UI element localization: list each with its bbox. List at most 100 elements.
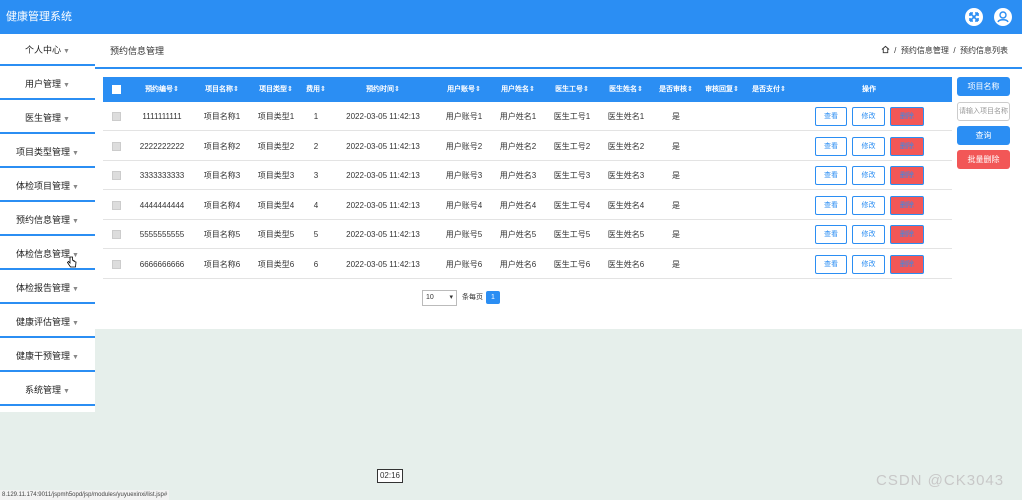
sidebar-item-label: 系统管理 (25, 385, 62, 395)
breadcrumb-separator: / (891, 46, 899, 55)
column-header[interactable]: 用户账号⇕ (447, 77, 481, 102)
user-icon[interactable] (994, 8, 1012, 26)
column-header[interactable]: 医生工号⇕ (555, 77, 589, 102)
row-checkbox[interactable] (112, 112, 121, 121)
view-button[interactable]: 查看 (815, 195, 847, 215)
view-button[interactable]: 查看 (815, 166, 847, 185)
table-row: 5555555555 项目名称5 项目类型5 5 2022-03-05 11:42:13… (103, 220, 952, 249)
column-header: 操作 (862, 86, 876, 93)
table-cell: 用户姓名6 (499, 259, 537, 269)
hand-cursor-icon (66, 256, 77, 270)
column-header[interactable]: 费用⇕ (306, 77, 326, 102)
column-header[interactable]: 预约编号⇕ (145, 77, 179, 102)
delete-button[interactable]: 删除 (890, 254, 924, 274)
edit-button[interactable]: 修改 (852, 107, 885, 126)
delete-button[interactable]: 删除 (890, 166, 924, 185)
project-name-input[interactable]: 请输入项目名称 (957, 102, 1010, 121)
fullscreen-icon[interactable] (965, 8, 983, 26)
edit-button[interactable]: 修改 (852, 166, 885, 185)
table-cell: 2022-03-05 11:42:13 (346, 259, 420, 269)
sidebar-item-label: 体检信息管理 (16, 249, 71, 259)
sidebar-item-exam-reports[interactable]: 体检报告管理 ▼ (0, 272, 95, 304)
chevron-down-icon: ▾ (449, 294, 453, 301)
column-header[interactable]: 用户姓名⇕ (501, 77, 535, 102)
sidebar-item-label: 项目类型管理 (16, 147, 71, 157)
page-title: 预约信息管理 (110, 46, 165, 56)
table-cell: 医生工号1 (553, 112, 591, 121)
column-header[interactable]: 项目名称⇕ (205, 77, 239, 102)
table-cell: 医生姓名3 (607, 171, 645, 180)
sidebar-item-doctors[interactable]: 医生管理 ▼ (0, 102, 95, 134)
sidebar-item-personal-center[interactable]: 个人中心 ▼ (0, 34, 95, 66)
delete-button[interactable]: 删除 (890, 107, 924, 126)
sidebar-background (0, 412, 95, 500)
table-cell: 用户账号6 (445, 259, 483, 269)
sidebar-item-label: 个人中心 (25, 45, 62, 55)
table-cell: 医生工号5 (553, 230, 591, 239)
home-icon[interactable] (881, 34, 890, 68)
column-header[interactable]: 医生姓名⇕ (609, 77, 643, 102)
sidebar-item-project-types[interactable]: 项目类型管理 ▼ (0, 136, 95, 168)
edit-button[interactable]: 修改 (852, 195, 885, 215)
chevron-down-icon: ▼ (72, 218, 79, 225)
table-row: 6666666666 项目名称6 项目类型6 6 2022-03-05 11:42:13… (103, 249, 952, 279)
table-cell: 医生姓名6 (607, 259, 645, 269)
breadcrumb-item[interactable]: 预约信息管理 (901, 34, 949, 68)
select-all-checkbox[interactable] (112, 85, 121, 94)
view-button[interactable]: 查看 (815, 254, 847, 274)
table-row: 3333333333 项目名称3 项目类型3 3 2022-03-05 11:42:13… (103, 161, 952, 190)
column-header[interactable]: 是否审核⇕ (659, 77, 693, 102)
row-checkbox[interactable] (112, 259, 121, 269)
table-cell: 5 (313, 230, 319, 239)
table-cell: 项目名称5 (203, 230, 241, 239)
table-cell: 6 (313, 259, 319, 269)
search-button[interactable]: 查询 (957, 126, 1010, 145)
page-number-current[interactable]: 1 (486, 291, 500, 304)
table-cell: 5555555555 (139, 230, 185, 239)
table-cell: 2022-03-05 11:42:13 (346, 200, 420, 210)
row-checkbox[interactable] (112, 200, 121, 210)
view-button[interactable]: 查看 (815, 107, 847, 126)
batch-delete-button[interactable]: 批量删除 (957, 150, 1010, 169)
row-checkbox[interactable] (112, 230, 121, 239)
sidebar-item-label: 体检报告管理 (16, 283, 71, 293)
sidebar-item-appointments[interactable]: 预约信息管理 ▼ (0, 204, 95, 236)
table-cell: 用户账号2 (445, 141, 483, 151)
column-header[interactable]: 项目类型⇕ (259, 77, 293, 102)
row-checkbox[interactable] (112, 141, 121, 151)
table-cell: 是 (672, 200, 680, 210)
sidebar-item-exam-info[interactable]: 体检信息管理 ▼ (0, 238, 95, 270)
sidebar-item-label: 体检项目管理 (16, 181, 71, 191)
table-cell: 项目名称2 (203, 141, 241, 151)
chevron-down-icon: ▼ (63, 388, 70, 395)
table-cell: 医生姓名1 (607, 112, 645, 121)
page-size-select[interactable]: 10 ▾ (422, 290, 457, 306)
row-checkbox[interactable] (112, 171, 121, 180)
delete-button[interactable]: 删除 (890, 195, 924, 215)
view-button[interactable]: 查看 (815, 225, 847, 244)
column-header[interactable]: 审核回复⇕ (705, 77, 739, 102)
column-header[interactable]: 预约时间⇕ (366, 77, 400, 102)
chevron-down-icon: ▼ (72, 286, 79, 293)
table-cell: 用户账号5 (445, 230, 483, 239)
chevron-down-icon: ▼ (63, 116, 70, 123)
edit-button[interactable]: 修改 (852, 254, 885, 274)
sidebar-item-exam-projects[interactable]: 体检项目管理 ▼ (0, 170, 95, 202)
table-cell: 6666666666 (139, 259, 185, 269)
table-cell: 2022-03-05 11:42:13 (346, 112, 420, 121)
column-header[interactable]: 是否支付⇕ (752, 77, 786, 102)
table-cell: 2022-03-05 11:42:13 (346, 171, 420, 180)
chevron-down-icon: ▼ (72, 320, 79, 327)
sidebar-item-system[interactable]: 系统管理 ▼ (0, 374, 95, 406)
breadcrumb-separator: / (951, 46, 958, 55)
sidebar-item-users[interactable]: 用户管理 ▼ (0, 68, 95, 100)
table-cell: 用户账号1 (445, 112, 483, 121)
edit-button[interactable]: 修改 (852, 225, 885, 244)
delete-button[interactable]: 删除 (890, 225, 924, 244)
edit-button[interactable]: 修改 (852, 136, 885, 156)
table-header: 预约编号⇕ 项目名称⇕ 项目类型⇕ 费用⇕ 预约时间⇕ 用户账号⇕ 用户姓名⇕ … (103, 77, 952, 102)
view-button[interactable]: 查看 (815, 136, 847, 156)
sidebar-item-health-assessment[interactable]: 健康评估管理 ▼ (0, 306, 95, 338)
sidebar-item-health-intervention[interactable]: 健康干预管理 ▼ (0, 340, 95, 372)
delete-button[interactable]: 删除 (890, 136, 924, 156)
